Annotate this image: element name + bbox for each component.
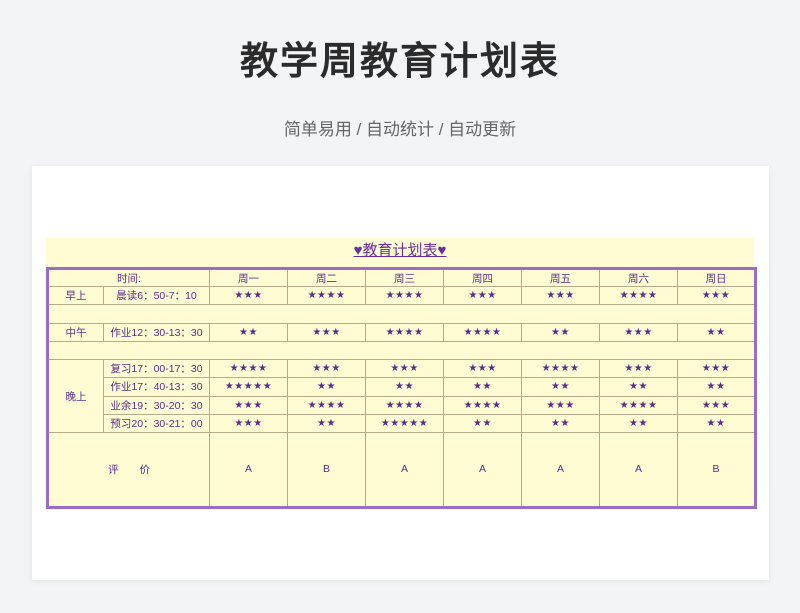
day-header: 周四 [443, 267, 523, 288]
star-rating: ★★★★ [521, 359, 601, 379]
star-rating: ★★ [521, 322, 601, 342]
star-rating: ★★ [443, 413, 523, 433]
star-rating: ★★★ [287, 359, 367, 379]
star-rating: ★★★★ [287, 395, 367, 415]
time-slot: 作业17：40-13：30 [102, 377, 211, 397]
time-slot: 作业12：30-13：30 [102, 322, 211, 342]
star-rating: ★★ [599, 413, 679, 433]
grade-cell: A [365, 431, 445, 509]
header-row: 时间: 周一 周二 周三 周四 周五 周六 周日 [46, 267, 757, 288]
table-row-noon: 中午 作业12：30-13：30 ★★ ★★★ ★★★★ ★★★★ ★★ ★★★… [47, 322, 757, 342]
star-rating: ★★★★ [365, 395, 445, 415]
star-rating: ★★★ [677, 359, 757, 379]
time-slot: 业余19：30-20：30 [102, 395, 211, 415]
star-rating: ★★★ [599, 359, 679, 379]
star-rating: ★★ [677, 322, 757, 342]
star-rating: ★★★ [287, 322, 367, 342]
star-rating: ★★★★★ [209, 377, 289, 397]
star-rating: ★★★★ [599, 395, 679, 415]
day-header: 周五 [521, 267, 601, 288]
star-rating: ★★★ [677, 286, 757, 306]
star-rating: ★★★ [521, 395, 601, 415]
period-label: 中午 [47, 322, 104, 342]
page-title: 教学周教育计划表 [239, 41, 560, 83]
star-rating: ★★★ [209, 413, 289, 433]
star-rating: ★★★★ [443, 322, 523, 342]
spacer-row [46, 340, 757, 361]
star-rating: ★★ [599, 377, 679, 397]
star-rating: ★★★ [365, 359, 445, 379]
star-rating: ★★★ [443, 359, 523, 379]
star-rating: ★★★★ [599, 286, 679, 306]
schedule-table: 时间: 周一 周二 周三 周四 周五 周六 周日 早上 晨读6：50-7：10 … [46, 267, 758, 509]
star-rating: ★★ [209, 322, 289, 342]
star-rating: ★★ [287, 413, 367, 433]
star-rating: ★★ [677, 413, 757, 433]
table-row-evening-3: 业余19：30-20：30 ★★★ ★★★★ ★★★★ ★★★★ ★★★ ★★★… [48, 395, 757, 415]
time-slot: 复习17：00-17：30 [102, 359, 211, 379]
star-rating: ★★★★ [365, 322, 445, 342]
evaluation-label: 评 价 [46, 431, 211, 509]
grade-cell: B [287, 431, 367, 509]
day-header: 周二 [287, 267, 367, 288]
star-rating: ★★★ [209, 286, 289, 306]
star-rating: ★★ [287, 377, 367, 397]
star-rating: ★★★★ [443, 395, 523, 415]
star-rating: ★★★ [677, 395, 757, 415]
spacer-row [46, 304, 757, 324]
star-rating: ★★★★ [209, 359, 289, 379]
star-rating: ★★ [443, 377, 523, 397]
star-rating: ★★ [521, 413, 601, 433]
time-header: 时间: [46, 267, 211, 288]
star-rating: ★★★ [209, 395, 289, 415]
table-row-morning: 早上 晨读6：50-7：10 ★★★ ★★★★ ★★★★ ★★★ ★★★ ★★★… [47, 286, 757, 306]
time-slot: 预习20：30-21：00 [102, 413, 211, 433]
grade-cell: A [521, 431, 601, 509]
grade-cell: A [209, 431, 289, 509]
preview-card: ♥教育计划表♥ 时间: 周一 周二 周三 周四 周五 周六 周日 早上 晨读6：… [32, 166, 769, 580]
period-label: 晚上 [47, 359, 104, 433]
table-row-evening-2: 作业17：40-13：30 ★★★★★ ★★ ★★ ★★ ★★ ★★ ★★ [48, 377, 757, 397]
star-rating: ★★★★★ [365, 413, 445, 433]
star-rating: ★★★★ [287, 286, 367, 306]
star-rating: ★★★ [521, 286, 601, 306]
time-slot: 晨读6：50-7：10 [102, 286, 211, 306]
star-rating: ★★★ [599, 322, 679, 342]
day-header: 周一 [209, 267, 289, 288]
star-rating: ★★★ [443, 286, 523, 306]
page-subtitle: 简单易用 / 自动统计 / 自动更新 [283, 120, 517, 139]
day-header: 周日 [677, 267, 757, 288]
day-header: 周六 [599, 267, 679, 288]
sheet-title: ♥教育计划表♥ [353, 242, 447, 259]
table-row-evening-1: 晚上 复习17：00-17：30 ★★★★ ★★★ ★★★ ★★★ ★★★★ ★… [47, 359, 757, 433]
grade-cell: A [443, 431, 523, 509]
grade-cell: B [677, 431, 757, 509]
star-rating: ★★ [677, 377, 757, 397]
star-rating: ★★★★ [365, 286, 445, 306]
star-rating: ★★ [521, 377, 601, 397]
spreadsheet: ♥教育计划表♥ 时间: 周一 周二 周三 周四 周五 周六 周日 早上 晨读6：… [46, 238, 758, 510]
period-label: 早上 [47, 286, 104, 306]
star-rating: ★★ [365, 377, 445, 397]
table-row-evening-4: 预习20：30-21：00 ★★★ ★★ ★★★★★ ★★ ★★ ★★ ★★ [48, 413, 757, 433]
day-header: 周三 [365, 267, 445, 288]
grade-cell: A [599, 431, 679, 509]
table-row-evaluation: 评 价 A B A A A A B [46, 431, 757, 509]
